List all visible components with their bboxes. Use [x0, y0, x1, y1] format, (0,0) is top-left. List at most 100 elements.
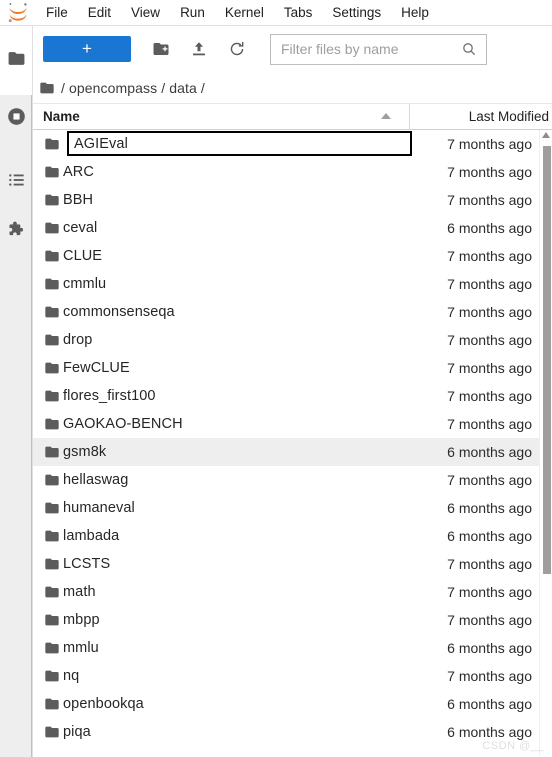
breadcrumb[interactable]: / opencompass / data / — [33, 73, 552, 103]
stop-circle-icon — [6, 106, 27, 127]
scrollbar-thumb[interactable] — [543, 146, 551, 574]
table-row[interactable]: piqa 6 months ago — [33, 718, 552, 746]
table-row[interactable]: commonsenseqa 7 months ago — [33, 298, 552, 326]
file-name[interactable]: humaneval — [63, 500, 410, 516]
file-name[interactable]: BBH — [63, 192, 410, 208]
file-name[interactable]: commonsenseqa — [63, 304, 410, 320]
table-row[interactable]: gsm8k 6 months ago — [33, 438, 552, 466]
file-name[interactable]: cmmlu — [63, 276, 410, 292]
file-name[interactable]: mmlu — [63, 640, 410, 656]
file-name[interactable]: drop — [63, 332, 410, 348]
menu-run[interactable]: Run — [170, 1, 215, 25]
folder-icon — [33, 360, 63, 376]
upload-button[interactable] — [185, 35, 213, 63]
folder-icon — [33, 332, 63, 348]
file-list-scrollbar[interactable] — [539, 130, 552, 756]
menu-kernel[interactable]: Kernel — [215, 1, 274, 25]
table-row[interactable]: nq 7 months ago — [33, 662, 552, 690]
folder-icon — [33, 472, 63, 488]
menu-help[interactable]: Help — [391, 1, 439, 25]
file-name[interactable]: math — [63, 584, 410, 600]
table-row[interactable]: drop 7 months ago — [33, 326, 552, 354]
table-row[interactable]: hellaswag 7 months ago — [33, 466, 552, 494]
menu-edit[interactable]: Edit — [78, 1, 121, 25]
scroll-up-arrow-icon[interactable] — [542, 132, 550, 138]
file-name[interactable]: lambada — [63, 528, 410, 544]
folder-icon — [33, 164, 63, 180]
upload-icon — [190, 40, 208, 58]
menu-settings[interactable]: Settings — [322, 1, 391, 25]
table-row[interactable]: lambada 6 months ago — [33, 522, 552, 550]
table-row[interactable]: humaneval 6 months ago — [33, 494, 552, 522]
refresh-button[interactable] — [223, 35, 251, 63]
folder-icon — [39, 80, 55, 96]
file-name[interactable]: gsm8k — [63, 444, 410, 460]
file-last-modified: 6 months ago — [447, 220, 532, 236]
sidebar-item-file-browser[interactable] — [0, 40, 33, 76]
file-last-modified: 7 months ago — [447, 556, 532, 572]
file-name[interactable]: ceval — [63, 220, 410, 236]
table-row[interactable]: GAOKAO-BENCH 7 months ago — [33, 410, 552, 438]
file-name[interactable]: ARC — [63, 164, 410, 180]
sidebar-item-extension-manager[interactable] — [0, 212, 33, 248]
table-row[interactable]: flores_first100 7 months ago — [33, 382, 552, 410]
list-icon — [7, 170, 27, 190]
table-row[interactable]: ceval 6 months ago — [33, 214, 552, 242]
sidebar-item-commands[interactable] — [0, 162, 33, 198]
column-header-last-modified[interactable]: Last Modified — [410, 104, 552, 129]
folder-icon — [33, 276, 63, 292]
folder-icon — [33, 528, 63, 544]
sidebar-item-running-sessions[interactable] — [0, 98, 33, 134]
file-name[interactable]: CLUE — [63, 248, 410, 264]
table-row[interactable]: mbpp 7 months ago — [33, 606, 552, 634]
file-name[interactable]: nq — [63, 668, 410, 684]
rename-input[interactable]: AGIEval — [67, 131, 412, 156]
table-row[interactable]: LCSTS 7 months ago — [33, 550, 552, 578]
file-last-modified: 7 months ago — [447, 136, 532, 152]
activity-bar — [0, 26, 33, 757]
file-list-header: Name Last Modified — [33, 103, 552, 130]
file-last-modified: 7 months ago — [447, 668, 532, 684]
table-row[interactable]: openbookqa 6 months ago — [33, 690, 552, 718]
menu-file[interactable]: File — [36, 1, 78, 25]
file-last-modified: 6 months ago — [447, 528, 532, 544]
table-row[interactable]: CLUE 7 months ago — [33, 242, 552, 270]
new-launcher-button[interactable]: + — [43, 36, 131, 62]
file-last-modified: 7 months ago — [447, 192, 532, 208]
file-last-modified: 7 months ago — [447, 276, 532, 292]
file-last-modified: 7 months ago — [447, 416, 532, 432]
menu-view[interactable]: View — [121, 1, 170, 25]
table-row[interactable]: mmlu 6 months ago — [33, 634, 552, 662]
table-row[interactable]: math 7 months ago — [33, 578, 552, 606]
new-folder-button[interactable] — [147, 35, 175, 63]
column-header-last-modified-label: Last Modified — [468, 109, 549, 124]
filter-files-box[interactable] — [270, 33, 487, 65]
folder-icon — [33, 192, 63, 208]
rename-input-value: AGIEval — [74, 135, 128, 152]
breadcrumb-path[interactable]: / opencompass / data / — [61, 80, 205, 96]
file-name[interactable]: LCSTS — [63, 556, 410, 572]
column-header-name[interactable]: Name — [33, 104, 410, 129]
folder-icon — [33, 220, 63, 236]
file-name[interactable]: openbookqa — [63, 696, 410, 712]
file-name[interactable]: hellaswag — [63, 472, 410, 488]
jupyter-logo-icon — [2, 0, 36, 26]
file-last-modified: 7 months ago — [447, 332, 532, 348]
table-row[interactable]: FewCLUE 7 months ago — [33, 354, 552, 382]
table-row[interactable]: BBH 7 months ago — [33, 186, 552, 214]
folder-icon — [7, 49, 26, 68]
folder-icon — [33, 500, 63, 516]
file-name[interactable]: GAOKAO-BENCH — [63, 416, 410, 432]
table-row[interactable]: cmmlu 7 months ago — [33, 270, 552, 298]
file-name[interactable]: flores_first100 — [63, 388, 410, 404]
file-name[interactable]: mbpp — [63, 612, 410, 628]
folder-icon — [33, 696, 63, 712]
search-input[interactable] — [271, 35, 451, 63]
folder-icon — [33, 612, 63, 628]
menu-tabs[interactable]: Tabs — [274, 1, 323, 25]
file-name[interactable]: piqa — [63, 724, 410, 740]
table-row[interactable]: ARC 7 months ago — [33, 158, 552, 186]
file-name[interactable]: FewCLUE — [63, 360, 410, 376]
table-row[interactable]: AGIEval7 months agoAGIEval — [33, 130, 552, 158]
file-last-modified: 6 months ago — [447, 500, 532, 516]
